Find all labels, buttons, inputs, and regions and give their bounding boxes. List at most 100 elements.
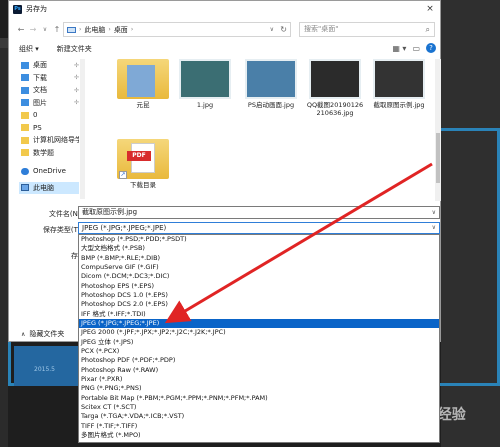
refresh-icon[interactable]: ↻ [280,23,287,36]
image-thumbnail [245,59,297,99]
dropdown-option[interactable]: BMP (*.BMP;*.RLE;*.DIB) [79,254,439,263]
address-bar[interactable]: › 此电脑 › 桌面 › ∨ ↻ [63,22,291,37]
nav-item-folder-math[interactable]: 数学题 [19,147,79,160]
folder-icon [21,149,29,157]
dropdown-option[interactable]: JPEG 立体 (*.JPS) [79,338,439,347]
hide-folders-toggle[interactable]: ∧ 隐藏文件夹 [21,329,64,339]
preview-pane-icon[interactable]: ▭ [412,44,420,53]
nav-item-label: 数学题 [33,148,54,157]
file-item[interactable]: PDF ↗ 下载目录 [113,139,173,189]
folder-icon [21,124,29,132]
view-options-icon[interactable]: ▦ ▾ [392,44,406,53]
ps-canvas-year: 2015.5 [34,366,55,373]
dropdown-option[interactable]: Photoshop (*.PSD;*.PDD;*.PSDT) [79,235,439,244]
nav-item-folder-network[interactable]: 计算机网络导学 [19,134,79,147]
filename-input[interactable]: 截取原图示例.jpg ∨ [78,206,440,219]
dropdown-option[interactable]: 多图片格式 (*.MPO) [79,431,439,440]
chevron-right-icon: › [130,26,134,33]
search-input[interactable]: 搜索"桌面" ⌕ [299,22,435,37]
forward-button[interactable]: → [27,25,39,34]
file-name: 截取原图示例.jpg [373,101,425,109]
nav-item-folder-0[interactable]: 0 [19,109,79,122]
dropdown-option[interactable]: Targa (*.TGA;*.VDA;*.ICB;*.VST) [79,412,439,421]
chevron-down-icon[interactable]: ∨ [432,207,436,218]
image-thumbnail [179,59,231,99]
file-name: 下载目录 [130,181,156,189]
file-list-scrollbar[interactable] [435,59,441,201]
dropdown-option[interactable]: Pixar (*.PXR) [79,375,439,384]
dropdown-option[interactable]: TIFF (*.TIF;*.TIFF) [79,422,439,431]
recent-locations-button[interactable]: ∨ [39,26,51,33]
cloud-icon [21,167,29,175]
nav-item-documents[interactable]: 文档 ✢ [19,84,79,97]
chevron-up-icon: ∧ [21,330,26,338]
hide-folders-label: 隐藏文件夹 [29,330,65,338]
pdf-badge: PDF [127,151,151,161]
file-name: 1.jpg [196,101,214,109]
dropdown-option[interactable]: IFF 格式 (*.IFF;*.TDI) [79,310,439,319]
file-name: 元昆 [136,101,150,109]
dropdown-option[interactable]: 大型文档格式 (*.PSB) [79,244,439,253]
navigation-scrollbar[interactable] [80,59,85,199]
file-name: QQ截图20190126210636.jpg [306,101,364,117]
dropdown-option[interactable]: JPEG 2000 (*.JPF;*.JPX;*.JP2;*.J2C;*.J2K… [79,328,439,337]
nav-item-label: PS [33,123,42,132]
dropdown-option[interactable]: Photoshop DCS 1.0 (*.EPS) [79,291,439,300]
file-item[interactable]: 1.jpg [175,59,235,109]
nav-item-label: 图片 [33,98,47,107]
navigation-pane: 桌面 ✢ 下载 ✢ 文档 ✢ 图片 ✢ 0 PS 计算机网络导学 数学题 One… [19,59,79,201]
dialog-titlebar: Ps 另存为 [9,1,440,17]
pin-icon: ✢ [73,61,79,69]
dropdown-option[interactable]: Scitex CT (*.SCT) [79,403,439,412]
download-icon [21,74,29,82]
dropdown-option[interactable]: Photoshop DCS 2.0 (*.EPS) [79,300,439,309]
dropdown-option[interactable]: Photoshop EPS (*.EPS) [79,282,439,291]
pin-icon: ✢ [73,86,79,94]
picture-icon [21,99,29,107]
breadcrumb-this-pc[interactable]: 此电脑 [84,25,105,35]
dropdown-option[interactable]: Portable Bit Map (*.PBM;*.PGM;*.PPM;*.PN… [79,394,439,403]
pdf-folder-icon: PDF ↗ [117,139,169,179]
nav-item-this-pc[interactable]: 此电脑 [19,181,79,194]
toolbar: 组织 ▾ 新建文件夹 ▦ ▾ ▭ ? [9,41,442,57]
search-icon: ⌕ [425,25,430,34]
up-button[interactable]: ↑ [51,25,63,34]
savetype-dropdown-list: Photoshop (*.PSD;*.PDD;*.PSDT) 大型文档格式 (*.… [78,234,440,443]
file-name: PS启动画面.jpg [247,101,295,109]
folder-icon [117,59,169,99]
dropdown-option[interactable]: Photoshop Raw (*.RAW) [79,366,439,375]
image-thumbnail [309,59,361,99]
file-item[interactable]: 截取原图示例.jpg [369,59,429,109]
dropdown-option[interactable]: Dicom (*.DCM;*.DC3;*.DIC) [79,272,439,281]
folder-icon [21,136,29,144]
file-item[interactable]: PS启动画面.jpg [241,59,301,109]
new-folder-button[interactable]: 新建文件夹 [57,44,92,54]
organize-button[interactable]: 组织 ▾ [19,44,39,54]
savetype-select[interactable]: JPEG (*.JPG;*.JPEG;*.JPE) ∨ [78,222,440,234]
file-list: 元昆 1.jpg PS启动画面.jpg QQ截图20190126210636.j… [113,59,433,203]
nav-item-label: 文档 [33,86,47,95]
dropdown-option[interactable]: PNG (*.PNG;*.PNS) [79,384,439,393]
nav-item-label: 桌面 [33,61,47,70]
file-item[interactable]: 元昆 [113,59,173,109]
desktop-icon [21,61,29,69]
dropdown-option[interactable]: Photoshop PDF (*.PDF;*.PDP) [79,356,439,365]
shortcut-arrow-icon: ↗ [119,171,127,179]
help-icon[interactable]: ? [426,43,436,53]
close-button[interactable]: × [424,3,436,15]
nav-item-onedrive[interactable]: OneDrive [19,165,79,178]
back-button[interactable]: ← [15,25,27,34]
chevron-right-icon: › [79,26,82,33]
file-item[interactable]: QQ截图20190126210636.jpg [305,59,365,117]
nav-item-desktop[interactable]: 桌面 ✢ [19,59,79,72]
chevron-down-icon[interactable]: ∨ [432,223,436,233]
dropdown-option[interactable]: CompuServe GIF (*.GIF) [79,263,439,272]
nav-item-downloads[interactable]: 下载 ✢ [19,72,79,85]
dropdown-option[interactable]: PCX (*.PCX) [79,347,439,356]
dropdown-option[interactable]: JPEG (*.JPG;*.JPEG;*.JPE) [79,318,439,329]
breadcrumb-desktop[interactable]: 桌面 [114,25,128,35]
chevron-down-icon[interactable]: ∨ [270,23,274,36]
nav-item-folder-ps[interactable]: PS [19,122,79,135]
address-row: ← → ∨ ↑ › 此电脑 › 桌面 › ∨ ↻ 搜索"桌面" ⌕ [9,19,442,39]
nav-item-pictures[interactable]: 图片 ✢ [19,97,79,110]
